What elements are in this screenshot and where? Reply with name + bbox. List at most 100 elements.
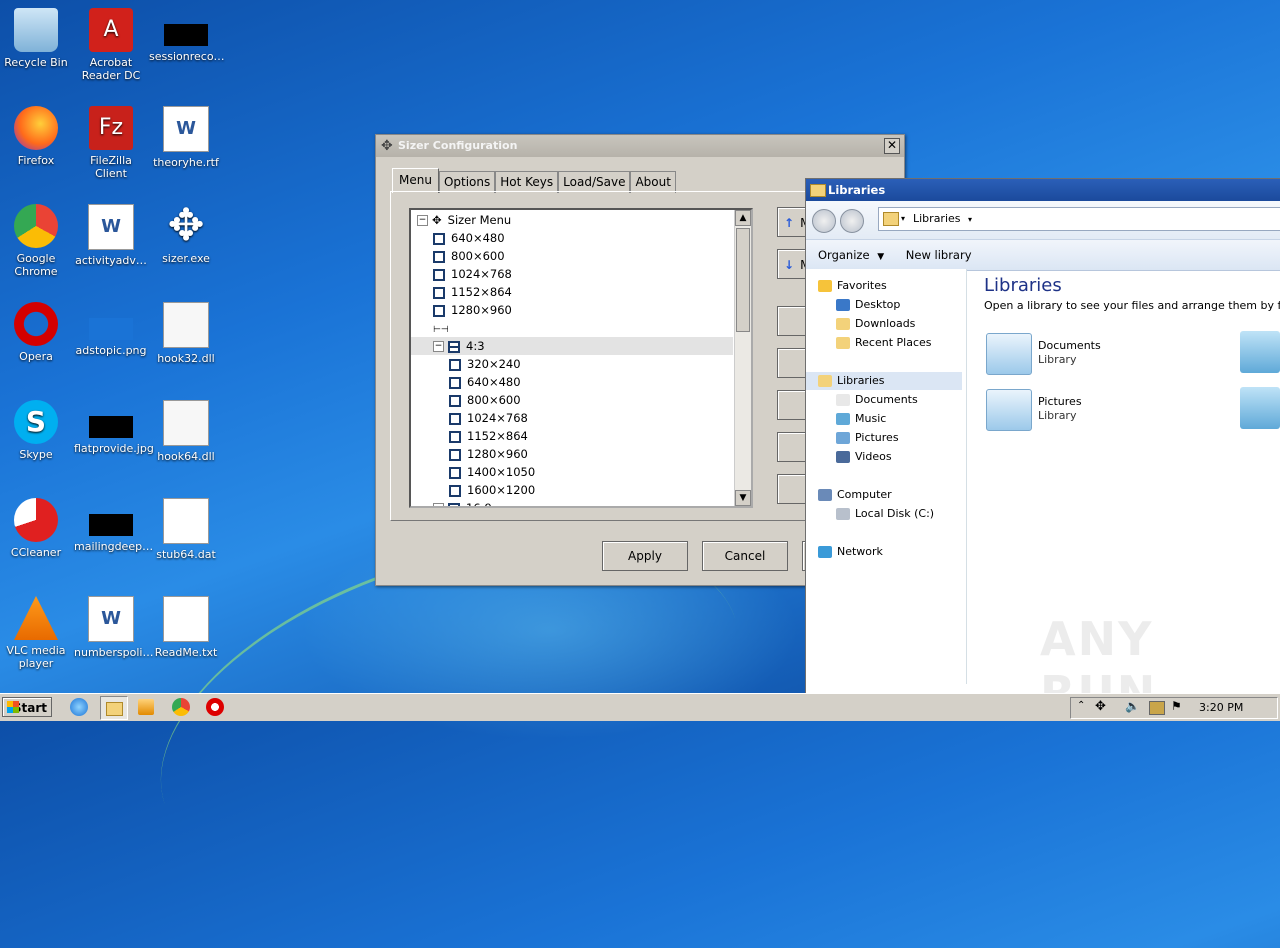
- scroll-up-icon[interactable]: ▲: [735, 210, 751, 226]
- tree-item-resolution[interactable]: 320×240: [411, 355, 733, 373]
- desktop-icon[interactable]: hook64.dll: [149, 394, 223, 463]
- tree-item-resolution[interactable]: 1152×864: [411, 427, 733, 445]
- desktop-icon[interactable]: Recycle Bin: [0, 2, 73, 69]
- scroll-down-icon[interactable]: ▼: [735, 490, 751, 506]
- chevron-down-icon[interactable]: ▾: [901, 208, 905, 230]
- desktop-icon[interactable]: Wactivityadv…: [74, 198, 148, 267]
- tree-item-resolution[interactable]: 800×600: [411, 247, 733, 265]
- desktop-icon[interactable]: A Acrobat Reader DC: [74, 2, 148, 82]
- desktop-icon[interactable]: mailingdeep…: [74, 492, 153, 553]
- desktop-icon[interactable]: ReadMe.txt: [149, 590, 223, 659]
- nav-item-local-disk[interactable]: Local Disk (C:): [806, 505, 962, 523]
- desktop-icon[interactable]: hook32.dll: [149, 296, 223, 365]
- nav-item-recent[interactable]: Recent Places: [806, 334, 962, 352]
- chevron-down-icon[interactable]: ▾: [968, 215, 972, 224]
- new-library-button[interactable]: New library: [906, 248, 972, 262]
- nav-item-network[interactable]: Network: [806, 543, 962, 561]
- tree-item-resolution[interactable]: 640×480: [411, 373, 733, 391]
- music-library-icon[interactable]: [1240, 331, 1280, 373]
- desktop-icon[interactable]: adstopic.png: [74, 296, 148, 357]
- desktop-icon[interactable]: stub64.dat: [149, 492, 223, 561]
- nav-item-downloads[interactable]: Downloads: [806, 315, 962, 333]
- desktop-icon-label: CCleaner: [10, 546, 62, 559]
- desktop-icon[interactable]: flatprovide.jpg: [74, 394, 154, 455]
- navigation-pane: Favorites Desktop Downloads Recent Places Li…: [806, 269, 967, 684]
- tree-item-resolution[interactable]: 1280×960: [411, 301, 733, 319]
- forward-button[interactable]: [840, 209, 864, 233]
- tree-item-resolution[interactable]: 1152×864: [411, 283, 733, 301]
- resize-icon: [449, 358, 461, 371]
- address-field[interactable]: ▾ Libraries ▾: [878, 207, 1280, 231]
- desktop-icon[interactable]: Fz FileZilla Client: [74, 100, 148, 180]
- tree-item-resolution[interactable]: 640×480: [411, 229, 733, 247]
- tree-item-group[interactable]: − 16:9: [411, 499, 733, 506]
- tree-item-label: 1152×864: [451, 285, 512, 299]
- tab-hot-keys[interactable]: Hot Keys: [495, 171, 559, 193]
- internet-explorer-icon[interactable]: [70, 698, 88, 716]
- close-icon[interactable]: ✕: [884, 138, 900, 154]
- scroll-thumb[interactable]: [736, 228, 750, 332]
- tree-item-resolution[interactable]: 1024×768: [411, 265, 733, 283]
- tree-item-group[interactable]: − 4:3: [411, 337, 733, 355]
- tab-menu[interactable]: Menu: [392, 168, 439, 193]
- clock[interactable]: 3:20 PM: [1199, 701, 1243, 714]
- media-player-icon[interactable]: [138, 699, 154, 715]
- sizer-titlebar[interactable]: ✥ Sizer Configuration ✕: [376, 135, 904, 157]
- desktop-icon: [836, 299, 850, 311]
- desktop-icon[interactable]: Firefox: [0, 100, 73, 167]
- nav-item-documents[interactable]: Documents: [806, 391, 962, 409]
- opera-icon[interactable]: [206, 698, 224, 716]
- volume-icon[interactable]: 🔈: [1125, 699, 1140, 713]
- back-button[interactable]: [812, 209, 836, 233]
- tab-about[interactable]: About: [630, 171, 676, 193]
- collapse-toggle-icon[interactable]: −: [417, 215, 428, 226]
- organize-button[interactable]: Organize ▼: [818, 248, 884, 262]
- library-item[interactable]: Documents Library: [986, 331, 1146, 377]
- library-item[interactable]: Pictures Library: [986, 387, 1146, 433]
- desktop-icon[interactable]: Opera: [0, 296, 73, 363]
- desktop-icon[interactable]: VLC media player: [0, 590, 73, 670]
- nav-item-desktop[interactable]: Desktop: [806, 296, 962, 314]
- desktop-icon[interactable]: S Skype: [0, 394, 73, 461]
- network-icon[interactable]: [1149, 701, 1165, 715]
- desktop-icon[interactable]: ✥ sizer.exe: [149, 198, 223, 266]
- collapse-toggle-icon[interactable]: −: [433, 503, 444, 506]
- tree-item-label: 1280×960: [467, 447, 528, 461]
- nav-item-pictures[interactable]: Pictures: [806, 429, 962, 447]
- desktop-icon[interactable]: CCleaner: [0, 492, 73, 559]
- videos-library-icon[interactable]: [1240, 387, 1280, 429]
- action-center-icon[interactable]: ⚑: [1171, 699, 1182, 713]
- chrome-icon[interactable]: [172, 698, 190, 716]
- tree-item-resolution[interactable]: 1280×960: [411, 445, 733, 463]
- cancel-button[interactable]: Cancel: [702, 541, 788, 571]
- tree-item-separator[interactable]: ⊢⊣: [411, 319, 733, 337]
- tab-options[interactable]: Options: [438, 171, 496, 193]
- collapse-toggle-icon[interactable]: −: [433, 341, 444, 352]
- nav-item-favorites[interactable]: Favorites: [806, 277, 962, 295]
- move-arrows-icon[interactable]: ✥: [1095, 699, 1106, 714]
- menu-tree[interactable]: ▲ ▼ − ✥ Sizer Menu 640×480 800×600 1024×768 11…: [409, 208, 753, 508]
- tree-item-resolution[interactable]: 1024×768: [411, 409, 733, 427]
- chevron-up-icon[interactable]: ⌃: [1077, 700, 1085, 711]
- tree-item-resolution[interactable]: 1600×1200: [411, 481, 733, 499]
- desktop-icon-label: FileZilla Client: [90, 154, 132, 180]
- nav-item-videos[interactable]: Videos: [806, 448, 962, 466]
- explorer-titlebar[interactable]: Libraries: [806, 179, 1280, 201]
- tree-item-group[interactable]: − ✥ Sizer Menu: [411, 211, 733, 229]
- desktop-icon[interactable]: Google Chrome: [0, 198, 73, 278]
- desktop-icon[interactable]: Wtheoryhe.rtf: [149, 100, 223, 169]
- apply-button[interactable]: Apply: [602, 541, 688, 571]
- nav-item-libraries[interactable]: Libraries: [806, 372, 962, 390]
- tree-item-resolution[interactable]: 1400×1050: [411, 463, 733, 481]
- tree-item-resolution[interactable]: 800×600: [411, 391, 733, 409]
- desktop-icon[interactable]: Wnumberspoli…: [74, 590, 154, 659]
- tab-load-save[interactable]: Load/Save: [558, 171, 631, 193]
- nav-item-computer[interactable]: Computer: [806, 486, 962, 504]
- desktop-icon-label: sizer.exe: [162, 252, 210, 265]
- explorer-taskbar-button[interactable]: [100, 696, 128, 720]
- resize-icon: [433, 250, 445, 263]
- tree-scrollbar[interactable]: ▲ ▼: [734, 210, 751, 506]
- desktop-icon[interactable]: sessionreco…: [149, 2, 225, 63]
- nav-item-music[interactable]: Music: [806, 410, 962, 428]
- start-button[interactable]: Start: [2, 697, 52, 717]
